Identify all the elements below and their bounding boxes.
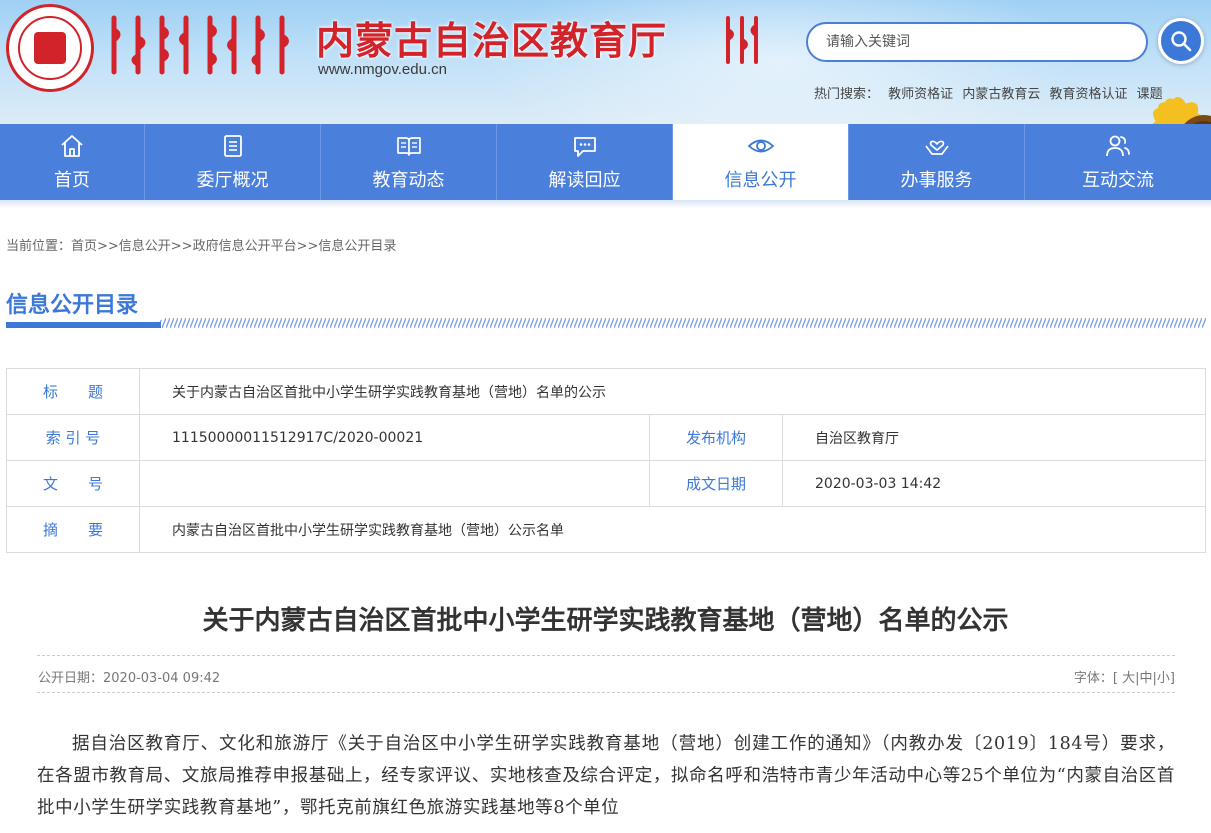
nav-item-interaction[interactable]: 互动交流 [1025,124,1211,200]
nav-label: 首页 [54,170,90,191]
index-label: 索 引 号 [6,414,140,461]
divider [37,692,1175,693]
nav-label: 教育动态 [372,170,445,191]
search-input[interactable] [826,34,1128,50]
emblem-core [34,32,66,64]
font-size-control: 字体：[ 大|中|小] [1074,667,1175,686]
nav-label: 解读回应 [548,170,621,191]
page-title: 信息公开目录 [6,293,139,318]
hot-search-label: 热门搜索： [814,87,880,102]
created-date-label: 成文日期 [649,460,783,507]
home-icon [61,135,83,157]
nav-item-news[interactable]: 教育动态 [321,124,497,200]
summary-label: 摘 要 [6,506,140,553]
nav-item-home[interactable]: 首页 [0,124,145,200]
divider [37,655,1175,656]
title-value: 关于内蒙古自治区首批中小学生研学实践教育基地（营地）名单的公示 [139,368,1206,415]
mongolian-script-logo [111,15,289,75]
document-list-icon [223,135,242,157]
table-row: 标 题 关于内蒙古自治区首批中小学生研学实践教育基地（营地）名单的公示 [6,368,1206,415]
sunflower-decoration [1150,97,1211,124]
table-row: 摘 要 内蒙古自治区首批中小学生研学实践教育基地（营地）公示名单 [6,506,1206,553]
nav-shadow [0,200,1211,208]
hot-search-link[interactable]: 内蒙古教育云 [962,87,1040,102]
mongolian-script-small [726,16,758,64]
search-box[interactable] [806,22,1148,62]
nav-label: 办事服务 [900,170,973,191]
nav-item-overview[interactable]: 委厅概况 [145,124,321,200]
site-url: www.nmgov.edu.cn [318,61,447,78]
nav-item-info-disclosure[interactable]: 信息公开 [673,124,849,200]
nav-item-services[interactable]: 办事服务 [849,124,1025,200]
article-body: 据自治区教育厅、文化和旅游厅《关于自治区中小学生研学实践教育基地（营地）创建工作… [37,734,1175,818]
chat-bubble-icon [573,137,596,157]
font-size-label: 字体：[ [1073,671,1118,686]
metadata-table: 标 题 关于内蒙古自治区首批中小学生研学实践教育基地（营地）名单的公示 索 引 … [6,368,1206,553]
search-icon [1171,31,1192,52]
title-label: 标 题 [6,368,140,415]
hands-heart-icon [924,140,949,155]
title-underline [6,318,1206,328]
font-medium-button[interactable]: 中 [1140,671,1153,686]
nav-label: 互动交流 [1082,170,1154,191]
doc-no-label: 文 号 [6,460,140,507]
hot-search: 热门搜索： 教师资格证 内蒙古教育云 教育资格认证 课题 [814,83,1168,102]
index-value: 11150000011512917C/2020-00021 [139,414,650,461]
table-row: 文 号 成文日期 2020-03-03 14:42 [6,460,1206,507]
summary-value: 内蒙古自治区首批中小学生研学实践教育基地（营地）公示名单 [139,506,1206,553]
doc-no-value [139,460,650,507]
article-title: 关于内蒙古自治区首批中小学生研学实践教育基地（营地）名单的公示 [202,606,1009,636]
font-small-button[interactable]: 小 [1157,671,1170,686]
breadcrumb[interactable]: 当前位置：首页>>信息公开>>政府信息公开平台>>信息公开目录 [6,235,396,254]
publisher-label: 发布机构 [649,414,783,461]
cell-label: 标 题 [42,383,103,401]
bracket: ] [1169,671,1175,686]
open-book-icon [396,137,421,156]
nav-item-interpretation[interactable]: 解读回应 [497,124,673,200]
font-large-button[interactable]: 大 [1122,671,1135,686]
emblem-inner-ring [18,16,82,80]
hot-search-link[interactable]: 教师资格证 [888,87,953,102]
emblem-logo[interactable] [6,4,94,92]
hot-search-link[interactable]: 教育资格认证 [1049,87,1127,102]
eye-icon [747,139,774,153]
publisher-value: 自治区教育厅 [782,414,1206,461]
nav-label: 信息公开 [724,170,797,191]
created-date-value: 2020-03-03 14:42 [782,460,1206,507]
table-row: 索 引 号 11150000011512917C/2020-00021 发布机构… [6,414,1206,461]
main-nav: 首页 委厅概况 教育动态 解读回应 信息公开 办事服务 互动交流 [0,124,1211,200]
publish-date: 公开日期：2020-03-04 09:42 [38,671,221,686]
site-header: 内蒙古自治区教育厅 www.nmgov.edu.cn 热门搜索： 教师资格证 内… [0,0,1211,124]
people-icon [1106,135,1130,157]
nav-label: 委厅概况 [196,170,269,191]
site-title[interactable]: 内蒙古自治区教育厅 [316,10,667,65]
